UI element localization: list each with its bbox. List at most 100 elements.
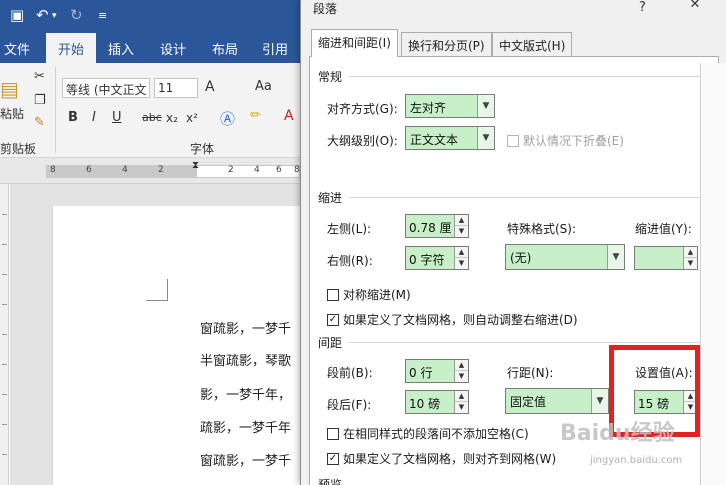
spacing-before-spinner[interactable]: 0 行 ▲ ▼ (405, 359, 469, 383)
tab-home[interactable]: 开始 (46, 33, 97, 63)
tab-asian-typography[interactable]: 中文版式(H) (492, 32, 573, 56)
ruler-number: 8 (50, 165, 56, 175)
spacing-before-value: 0 行 (409, 366, 433, 380)
spin-up-icon[interactable]: ▲ (455, 391, 468, 402)
tab-line-page-breaks[interactable]: 换行和分页(P) (401, 32, 492, 56)
ruler-text-region (196, 165, 300, 178)
special-indent-label: 特殊格式(S): (507, 222, 577, 236)
document-page[interactable] (52, 206, 312, 485)
document-line[interactable]: 窗疏影，一梦千 (200, 318, 291, 337)
spin-up-icon[interactable]: ▲ (684, 247, 697, 258)
spin-up-icon[interactable]: ▲ (455, 247, 468, 258)
underline-button[interactable]: U (112, 110, 122, 125)
chevron-down-icon[interactable]: ▼ (591, 389, 608, 413)
alignment-select[interactable]: 左对齐 ▼ (405, 94, 495, 118)
document-line[interactable]: 疏影，一梦千年 (200, 417, 291, 436)
right-indent-label: 右侧(R): (327, 254, 373, 268)
check-icon: ✓ (327, 313, 339, 326)
snap-to-grid-checkbox[interactable]: ✓ 如果定义了文档网格，则对齐到网格(W) (327, 450, 556, 467)
customize-toolbar-icon[interactable]: ≡ (98, 9, 107, 22)
document-line[interactable]: 影，一梦千年， (200, 384, 291, 403)
spin-down-icon[interactable]: ▼ (455, 258, 468, 269)
spinner-arrows[interactable]: ▲ ▼ (454, 391, 468, 413)
mirror-indents-checkbox[interactable]: 对称缩进(M) (327, 286, 411, 303)
indent-by-label: 缩进值(Y): (635, 222, 692, 236)
spin-down-icon[interactable]: ▼ (684, 258, 697, 269)
undo-dropdown-icon[interactable]: ▾ (52, 11, 57, 21)
highlight-icon[interactable]: ✏ (250, 108, 261, 123)
font-name-box[interactable]: 等线 (中文正文 (62, 78, 150, 98)
special-indent-value: (无) (510, 251, 532, 265)
font-group-label: 字体 (190, 142, 215, 156)
font-color-icon[interactable]: A (284, 108, 294, 124)
strikethrough-button[interactable]: abc (142, 111, 162, 124)
dialog-title: 段落 (313, 2, 338, 16)
grow-font-button[interactable]: A (205, 79, 215, 95)
chevron-down-icon[interactable]: ▼ (477, 127, 494, 149)
bold-button[interactable]: B (68, 110, 78, 125)
spin-down-icon[interactable]: ▼ (455, 226, 468, 237)
collapsed-by-default-label: 默认情况下折叠(E) (523, 134, 624, 148)
spin-up-icon[interactable]: ▲ (455, 215, 468, 226)
alignment-value: 左对齐 (410, 101, 447, 115)
copy-icon[interactable]: ❐ (34, 93, 46, 108)
spinner-arrows[interactable]: ▲ ▼ (454, 215, 468, 237)
tab-design[interactable]: 设计 (160, 39, 186, 58)
alignment-label: 对齐方式(G): (327, 102, 398, 116)
spacing-after-spinner[interactable]: 10 磅 ▲ ▼ (405, 390, 469, 414)
indent-by-spinner[interactable]: ▲ ▼ (634, 246, 698, 270)
spacing-after-label: 段后(F): (327, 398, 372, 412)
close-button[interactable]: ✕ (677, 0, 713, 12)
spinner-arrows[interactable]: ▲ ▼ (683, 247, 697, 269)
special-indent-select[interactable]: (无) ▼ (505, 244, 625, 270)
tab-file[interactable]: 文件 (4, 39, 30, 58)
vruler-tick (2, 274, 7, 275)
line-spacing-select[interactable]: 固定值 ▼ (505, 388, 609, 414)
watermark-url: jingyan.baidu.com (590, 455, 683, 466)
font-size-box[interactable]: 11 (154, 78, 198, 98)
outline-level-select[interactable]: 正文文本 ▼ (405, 126, 495, 150)
superscript-button[interactable]: x² (186, 111, 198, 125)
help-button[interactable]: ? (639, 0, 646, 15)
ruler-number: 2 (158, 165, 164, 175)
spin-up-icon[interactable]: ▲ (455, 360, 468, 371)
check-icon: ✓ (327, 452, 339, 465)
spin-down-icon[interactable]: ▼ (455, 402, 468, 413)
tab-references[interactable]: 引用 (262, 39, 288, 58)
spin-down-icon[interactable]: ▼ (455, 371, 468, 382)
ruler-number: 2 (228, 165, 234, 175)
section-general-heading: 常规 (318, 70, 343, 84)
document-line[interactable]: 窗疏影，一梦千 (200, 450, 291, 469)
no-space-same-style-label: 在相同样式的段落间不添加空格(C) (343, 427, 529, 441)
change-case-button[interactable]: Aa (255, 79, 272, 94)
tab-insert[interactable]: 插入 (108, 39, 134, 58)
format-painter-icon[interactable]: ✎ (34, 115, 45, 130)
chevron-down-icon[interactable]: ▼ (607, 245, 624, 269)
spinner-arrows[interactable]: ▲ ▼ (454, 247, 468, 269)
tab-layout[interactable]: 布局 (212, 39, 238, 58)
subscript-button[interactable]: x₂ (166, 111, 178, 125)
cut-icon[interactable]: ✂ (34, 69, 45, 84)
vruler-tick (2, 424, 7, 425)
undo-icon[interactable]: ↶ (36, 6, 49, 24)
text-effects-icon[interactable]: Ⓐ (220, 108, 235, 129)
left-indent-spinner[interactable]: 0.78 厘 ▲ ▼ (405, 214, 469, 238)
collapsed-by-default-checkbox[interactable]: 默认情况下折叠(E) (507, 132, 624, 149)
save-icon[interactable]: ▣ (10, 6, 24, 24)
paste-icon[interactable]: ▤ (0, 77, 19, 101)
watermark-brand: Baidu经验 (560, 421, 675, 446)
snap-to-grid-label: 如果定义了文档网格，则对齐到网格(W) (343, 452, 557, 466)
chevron-down-icon[interactable]: ▼ (477, 95, 494, 117)
paste-label[interactable]: 粘贴 (0, 105, 24, 122)
italic-button[interactable]: I (92, 110, 96, 125)
tab-indents-spacing[interactable]: 缩进和间距(I) (311, 29, 398, 57)
document-line[interactable]: 半窗疏影，琴歌 (200, 350, 291, 369)
spinner-arrows[interactable]: ▲ ▼ (454, 360, 468, 382)
checkbox-box (507, 134, 519, 147)
redo-icon[interactable]: ↻ (70, 6, 83, 24)
auto-adjust-right-indent-checkbox[interactable]: ✓ 如果定义了文档网格，则自动调整右缩进(D) (327, 311, 578, 328)
right-indent-spinner[interactable]: 0 字符 ▲ ▼ (405, 246, 469, 270)
no-space-same-style-checkbox[interactable]: 在相同样式的段落间不添加空格(C) (327, 425, 529, 442)
ruler-number: 8 (294, 165, 300, 175)
indent-marker-icon[interactable]: ⧗ (192, 160, 199, 171)
